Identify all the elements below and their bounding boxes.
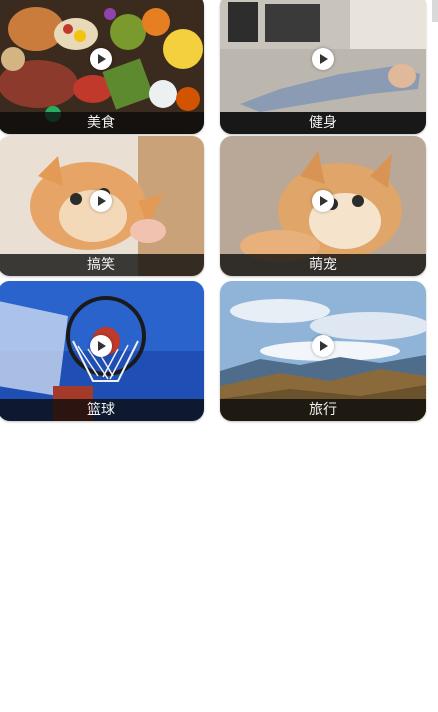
category-label: 搞笑 [0,254,204,276]
category-label: 美食 [0,112,204,134]
category-card-pets[interactable]: 萌宠 [220,136,426,276]
category-label: 健身 [220,112,426,134]
play-icon[interactable] [312,190,334,212]
scroll-edge [432,0,438,22]
category-card-food[interactable]: 美食 [0,0,204,134]
play-icon[interactable] [312,335,334,357]
category-card-travel[interactable]: 旅行 [220,281,426,421]
category-card-fitness[interactable]: 健身 [220,0,426,134]
play-icon[interactable] [312,48,334,70]
category-label: 篮球 [0,399,204,421]
category-label: 旅行 [220,399,426,421]
play-icon[interactable] [90,190,112,212]
category-card-basketball[interactable]: 篮球 [0,281,204,421]
category-card-funny[interactable]: 搞笑 [0,136,204,276]
category-label: 萌宠 [220,254,426,276]
play-icon[interactable] [90,48,112,70]
play-icon[interactable] [90,335,112,357]
